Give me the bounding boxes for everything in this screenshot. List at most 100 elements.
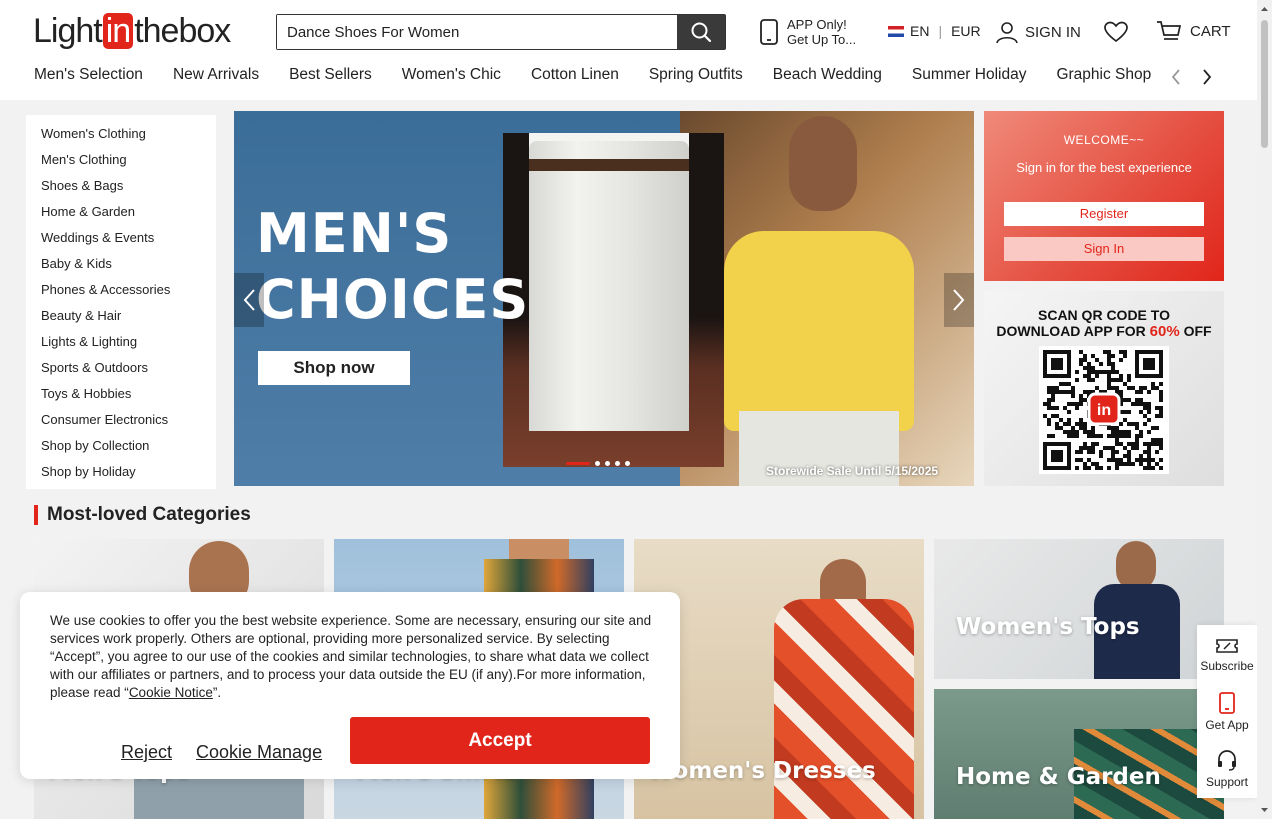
sidebar-item[interactable]: Beauty & Hair bbox=[41, 308, 216, 334]
chevron-right-icon bbox=[1203, 69, 1212, 85]
scroll-up-icon bbox=[1261, 7, 1268, 11]
welcome-panel: WELCOME~~ Sign in for the best experienc… bbox=[984, 111, 1224, 281]
category-card[interactable]: Home & Garden bbox=[934, 689, 1224, 819]
top-navigation: Men's Selection New Arrivals Best Seller… bbox=[34, 66, 1164, 88]
nav-next-button[interactable] bbox=[1199, 66, 1215, 88]
qr-title-line1: SCAN QR CODE TO bbox=[1038, 307, 1170, 323]
subscribe-label: Subscribe bbox=[1200, 659, 1254, 673]
nav-item[interactable]: Cotton Linen bbox=[531, 66, 619, 88]
cart-icon bbox=[1157, 21, 1182, 40]
sidebar-item[interactable]: Home & Garden bbox=[41, 204, 216, 230]
shop-now-button[interactable]: Shop now bbox=[258, 351, 410, 385]
accept-button[interactable]: Accept bbox=[350, 717, 650, 764]
sidebar-item[interactable]: Sports & Outdoors bbox=[41, 360, 216, 386]
banner-prev-button[interactable] bbox=[234, 273, 264, 327]
sidebar-item[interactable]: Women's Clothing bbox=[41, 126, 216, 152]
banner-belt-shape bbox=[529, 159, 689, 171]
sidebar-item[interactable]: Weddings & Events bbox=[41, 230, 216, 256]
sidebar-item[interactable]: Baby & Kids bbox=[41, 256, 216, 282]
sidebar-item[interactable]: Lights & Lighting bbox=[41, 334, 216, 360]
banner-model-head bbox=[789, 116, 857, 211]
welcome-title: WELCOME~~ bbox=[1063, 133, 1145, 147]
nav-item[interactable]: Men's Selection bbox=[34, 66, 143, 88]
banner-sale-text: Storewide Sale Until 5/15/2025 bbox=[766, 464, 939, 478]
sign-in-button[interactable]: Sign In bbox=[1004, 237, 1204, 261]
language-currency-selector[interactable]: EN | EUR bbox=[888, 23, 981, 39]
pagination-dot[interactable] bbox=[615, 461, 620, 466]
chevron-left-icon bbox=[243, 289, 255, 311]
sidebar-item[interactable]: Shop by Holiday bbox=[41, 464, 216, 490]
qr-title-line2: DOWNLOAD APP FOR 60% OFF bbox=[984, 323, 1224, 340]
pagination-dot[interactable] bbox=[595, 461, 600, 466]
sidebar-item[interactable]: Shoes & Bags bbox=[41, 178, 216, 204]
qr-logo-text: in bbox=[1097, 402, 1111, 419]
heart-icon bbox=[1104, 21, 1128, 43]
search-bar bbox=[276, 14, 726, 50]
site-header: Lightinthebox APP Only! Get Up To... EN … bbox=[0, 0, 1257, 100]
app-promo[interactable]: APP Only! Get Up To... bbox=[759, 17, 856, 47]
logo-text-light: Light bbox=[33, 11, 103, 50]
qr-code-image: in bbox=[1039, 346, 1169, 474]
sidebar-item[interactable]: Phones & Accessories bbox=[41, 282, 216, 308]
sidebar-item[interactable]: Shop by Collection bbox=[41, 438, 216, 464]
nav-item[interactable]: Women's Chic bbox=[402, 66, 501, 88]
sidebar-item[interactable]: Men's Clothing bbox=[41, 152, 216, 178]
pagination-dot[interactable] bbox=[625, 461, 630, 466]
register-button[interactable]: Register bbox=[1004, 202, 1204, 226]
banner-title-line2: CHOICES bbox=[256, 268, 530, 331]
cookie-text-end: ”. bbox=[212, 685, 222, 700]
scrollbar-thumb[interactable] bbox=[1261, 20, 1268, 148]
nav-item[interactable]: Best Sellers bbox=[289, 66, 372, 88]
app-qr-panel: SCAN QR CODE TO DOWNLOAD APP FOR 60% OFF… bbox=[984, 291, 1224, 486]
banner-next-button[interactable] bbox=[944, 273, 974, 327]
logo-text-in: in bbox=[102, 12, 134, 50]
sign-in-link[interactable]: SIGN IN bbox=[995, 20, 1081, 44]
section-title: Most-loved Categories bbox=[34, 505, 251, 525]
qr-discount: 60% bbox=[1149, 323, 1180, 340]
nav-item[interactable]: Beach Wedding bbox=[773, 66, 882, 88]
sidebar-item[interactable]: Consumer Electronics bbox=[41, 412, 216, 438]
nav-item[interactable]: New Arrivals bbox=[173, 66, 259, 88]
cart-link[interactable]: CART bbox=[1156, 20, 1231, 42]
cookie-message: We use cookies to offer you the best web… bbox=[50, 612, 655, 702]
category-sidebar: Women's Clothing Men's Clothing Shoes & … bbox=[26, 115, 216, 489]
user-icon bbox=[996, 22, 1018, 44]
subscribe-button[interactable]: Subscribe bbox=[1197, 637, 1257, 673]
category-card-label: Women's Tops bbox=[956, 614, 1140, 640]
pagination-dot[interactable] bbox=[566, 462, 590, 465]
site-logo[interactable]: Light in thebox bbox=[33, 11, 231, 50]
nav-item[interactable]: Spring Outfits bbox=[649, 66, 743, 88]
cookie-notice-link[interactable]: Cookie Notice bbox=[129, 685, 213, 700]
nav-item[interactable]: Summer Holiday bbox=[912, 66, 1027, 88]
pagination-dot[interactable] bbox=[605, 461, 610, 466]
banner-pagination bbox=[566, 461, 630, 466]
search-button[interactable] bbox=[677, 15, 725, 49]
banner-title-line1: MEN'S bbox=[256, 202, 453, 265]
divider: | bbox=[938, 23, 943, 39]
nav-item[interactable]: Graphic Shop bbox=[1056, 66, 1151, 88]
support-label: Support bbox=[1205, 775, 1249, 789]
cart-label: CART bbox=[1190, 22, 1231, 40]
flag-icon bbox=[888, 25, 904, 37]
get-app-button[interactable]: Get App bbox=[1197, 692, 1257, 732]
banner-pants-shape bbox=[529, 141, 689, 431]
reject-button[interactable]: Reject bbox=[121, 742, 172, 763]
cookie-manage-button[interactable]: Cookie Manage bbox=[196, 742, 322, 763]
sign-in-label: SIGN IN bbox=[1025, 23, 1081, 41]
nav-prev-button[interactable] bbox=[1168, 66, 1184, 88]
scroll-down-icon bbox=[1261, 808, 1268, 812]
floating-toolbar: Subscribe Get App Support bbox=[1197, 625, 1257, 798]
support-button[interactable]: Support bbox=[1197, 749, 1257, 789]
welcome-subtitle: Sign in for the best experience bbox=[1016, 160, 1192, 175]
wishlist-button[interactable] bbox=[1104, 21, 1128, 48]
sidebar-item[interactable]: Toys & Hobbies bbox=[41, 386, 216, 412]
hero-banner[interactable]: MEN'S CHOICES Shop now Storewide Sale Un… bbox=[234, 111, 974, 486]
search-input[interactable] bbox=[277, 15, 677, 49]
qr-title-suffix: OFF bbox=[1179, 323, 1212, 339]
chevron-left-icon bbox=[1171, 69, 1180, 85]
app-promo-line1: APP Only! bbox=[787, 17, 847, 32]
page-scrollbar[interactable] bbox=[1257, 0, 1272, 819]
logo-text-thebox: thebox bbox=[134, 11, 231, 50]
cookie-consent-dialog: We use cookies to offer you the best web… bbox=[20, 592, 680, 779]
category-card[interactable]: Women's Tops bbox=[934, 539, 1224, 679]
